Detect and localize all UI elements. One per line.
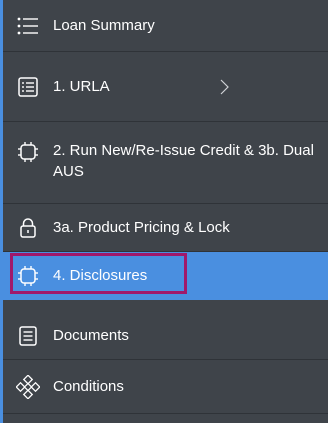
document-icon bbox=[16, 324, 40, 348]
chevron-right-icon[interactable] bbox=[220, 79, 229, 95]
chip-icon bbox=[16, 264, 40, 288]
sidebar-nav: Loan Summary 1. URLA 2. Run New/Re-Issue… bbox=[0, 0, 328, 423]
nav-item-label: 2. Run New/Re-Issue Credit & 3b. Dual AU… bbox=[53, 142, 314, 180]
nav-item-label: 3a. Product Pricing & Lock bbox=[53, 219, 230, 236]
lock-icon bbox=[16, 216, 40, 240]
nav-item-label: Documents bbox=[53, 327, 129, 344]
nav-item-label: 1. URLA bbox=[53, 78, 110, 95]
nav-item-documents[interactable]: Documents bbox=[3, 312, 328, 360]
nav-item-label: 4. Disclosures bbox=[53, 267, 148, 284]
nav-item-conditions[interactable]: Conditions bbox=[3, 360, 328, 414]
nav-item-label: Loan Summary bbox=[53, 17, 155, 34]
list-icon bbox=[16, 14, 40, 38]
form-icon bbox=[16, 75, 40, 99]
nav-item-label: Conditions bbox=[53, 378, 124, 395]
conditions-icon bbox=[16, 374, 40, 399]
nav-item-disclosures[interactable]: 4. Disclosures bbox=[3, 252, 328, 300]
nav-item-product-pricing-lock[interactable]: 3a. Product Pricing & Lock bbox=[3, 204, 328, 252]
nav-item-urla[interactable]: 1. URLA bbox=[3, 52, 328, 122]
nav-item-run-credit-aus[interactable]: 2. Run New/Re-Issue Credit & 3b. Dual AU… bbox=[3, 122, 328, 204]
chip-icon bbox=[16, 140, 40, 164]
nav-item-loan-summary[interactable]: Loan Summary bbox=[3, 0, 328, 52]
